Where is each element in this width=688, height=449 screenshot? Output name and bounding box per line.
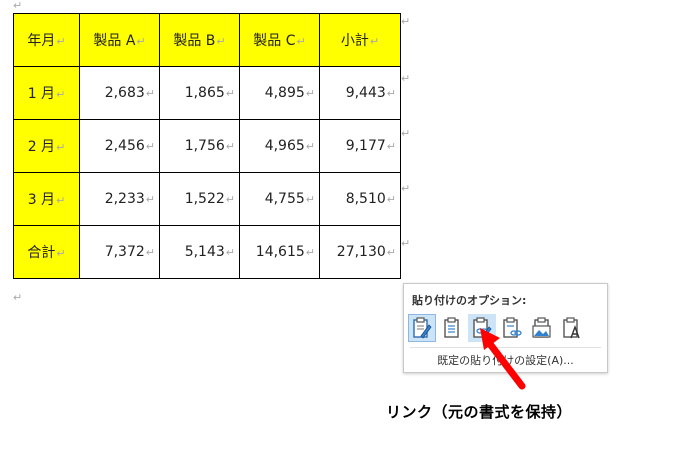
cell-value: 2,233	[104, 191, 145, 207]
paragraph-mark: ↵	[13, 0, 23, 12]
cell-mark: ↵	[56, 88, 66, 101]
cell-mark: ↵	[145, 193, 155, 206]
sales-table: 年月↵ 製品 A↵ 製品 B↵ 製品 C↵ 小計↵ 1 月↵ 2,683↵ 1,…	[13, 13, 401, 279]
row-end-mark: ↵	[401, 237, 411, 250]
table-header-row: 年月↵ 製品 A↵ 製品 B↵ 製品 C↵ 小計↵	[13, 13, 401, 67]
paste-keep-source-formatting-icon	[413, 317, 432, 339]
paste-text-only-button[interactable]	[558, 314, 586, 342]
cell-mark: ↵	[56, 35, 66, 48]
value-cell[interactable]: 1,756↵	[159, 119, 240, 173]
value-cell[interactable]: 4,755↵	[239, 172, 320, 226]
subtotal-cell[interactable]: 27,130↵	[319, 225, 401, 279]
row-label: 2 月	[27, 139, 56, 155]
subtotal-cell[interactable]: 8,510↵	[319, 172, 401, 226]
cell-mark: ↵	[305, 87, 315, 100]
cell-mark: ↵	[386, 140, 396, 153]
row-label-cell[interactable]: 2 月↵	[13, 119, 80, 173]
row-label: 合計	[27, 245, 56, 261]
cell-mark: ↵	[305, 140, 315, 153]
cell-value: 1,522	[184, 191, 225, 207]
cell-value: 27,130	[336, 244, 386, 260]
value-cell[interactable]: 4,895↵	[239, 66, 320, 120]
header-label: 年月	[27, 33, 56, 49]
row-end-mark: ↵	[401, 72, 411, 85]
cell-value: 5,143	[184, 244, 225, 260]
cell-mark: ↵	[56, 247, 66, 260]
value-cell[interactable]: 1,522↵	[159, 172, 240, 226]
cell-value: 2,456	[104, 138, 145, 154]
value-cell[interactable]: 7,372↵	[79, 225, 160, 279]
paste-options-title: 貼り付けのオプション:	[412, 294, 527, 307]
cell-mark: ↵	[145, 246, 155, 259]
paragraph-mark: ↵	[13, 291, 23, 304]
cell-value: 4,755	[264, 191, 305, 207]
row-label-cell[interactable]: 1 月↵	[13, 66, 80, 120]
row-end-mark: ↵	[401, 15, 411, 28]
cell-mark: ↵	[305, 193, 315, 206]
value-cell[interactable]: 5,143↵	[159, 225, 240, 279]
cell-mark: ↵	[225, 140, 235, 153]
cell-mark: ↵	[386, 87, 396, 100]
cell-mark: ↵	[386, 193, 396, 206]
cell-mark: ↵	[225, 193, 235, 206]
value-cell[interactable]: 1,865↵	[159, 66, 240, 120]
cell-mark: ↵	[386, 246, 396, 259]
cell-value: 1,756	[184, 138, 225, 154]
subtotal-cell[interactable]: 9,443↵	[319, 66, 401, 120]
row-label: 1 月	[27, 86, 56, 102]
header-label: 製品 C	[253, 33, 296, 49]
cell-mark: ↵	[216, 35, 226, 48]
cell-mark: ↵	[136, 35, 146, 48]
cell-mark: ↵	[296, 35, 306, 48]
annotation-caption: リンク（元の書式を保持）	[386, 403, 573, 421]
cell-value: 14,615	[255, 244, 305, 260]
header-cell[interactable]: 製品 C↵	[239, 13, 320, 67]
cell-mark: ↵	[305, 246, 315, 259]
cell-value: 8,510	[345, 191, 386, 207]
cell-value: 4,965	[264, 138, 305, 154]
paste-destination-style-button[interactable]	[438, 314, 466, 342]
paste-keep-source-formatting-button[interactable]	[408, 314, 436, 342]
value-cell[interactable]: 2,683↵	[79, 66, 160, 120]
cell-mark: ↵	[145, 87, 155, 100]
value-cell[interactable]: 4,965↵	[239, 119, 320, 173]
table-row: 合計↵ 7,372↵ 5,143↵ 14,615↵ 27,130↵	[13, 225, 401, 279]
red-arrow-annotation	[480, 328, 526, 390]
header-cell[interactable]: 小計↵	[319, 13, 401, 67]
row-label: 3 月	[27, 192, 56, 208]
cell-value: 9,443	[345, 85, 386, 101]
table-row: 3 月↵ 2,233↵ 1,522↵ 4,755↵ 8,510↵	[13, 172, 401, 226]
table-row: 1 月↵ 2,683↵ 1,865↵ 4,895↵ 9,443↵	[13, 66, 401, 120]
cell-mark: ↵	[56, 141, 66, 154]
header-cell[interactable]: 製品 A↵	[79, 13, 160, 67]
header-label: 製品 B	[173, 33, 216, 49]
table-row: 2 月↵ 2,456↵ 1,756↵ 4,965↵ 9,177↵	[13, 119, 401, 173]
cell-mark: ↵	[145, 140, 155, 153]
value-cell[interactable]: 14,615↵	[239, 225, 320, 279]
row-end-mark: ↵	[401, 182, 411, 195]
subtotal-cell[interactable]: 9,177↵	[319, 119, 401, 173]
cell-mark: ↵	[56, 194, 66, 207]
header-label: 小計	[340, 33, 369, 49]
paste-destination-style-icon	[444, 317, 459, 338]
header-label: 製品 A	[93, 33, 136, 49]
row-label-cell[interactable]: 3 月↵	[13, 172, 80, 226]
header-cell[interactable]: 製品 B↵	[159, 13, 240, 67]
cell-mark: ↵	[225, 87, 235, 100]
paste-picture-icon	[532, 317, 551, 338]
cell-value: 4,895	[264, 85, 305, 101]
row-label-cell[interactable]: 合計↵	[13, 225, 80, 279]
paste-text-only-icon	[563, 317, 580, 339]
cell-value: 7,372	[104, 244, 145, 260]
paste-picture-button[interactable]	[528, 314, 556, 342]
value-cell[interactable]: 2,233↵	[79, 172, 160, 226]
value-cell[interactable]: 2,456↵	[79, 119, 160, 173]
header-cell[interactable]: 年月↵	[13, 13, 80, 67]
row-end-mark: ↵	[401, 127, 411, 140]
cell-mark: ↵	[369, 35, 380, 48]
cell-value: 9,177	[345, 138, 386, 154]
cell-mark: ↵	[225, 246, 235, 259]
cell-value: 2,683	[104, 85, 145, 101]
cell-value: 1,865	[184, 85, 225, 101]
